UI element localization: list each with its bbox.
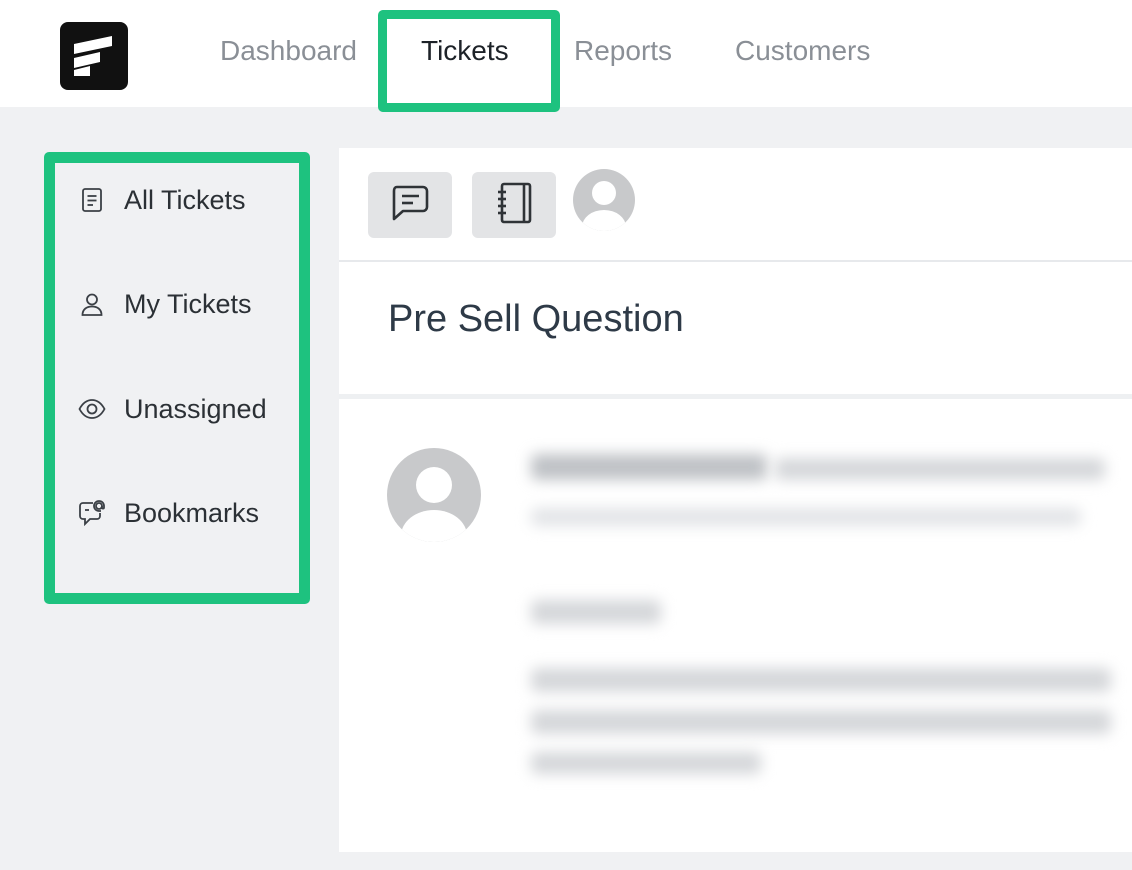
sidebar-item-unassigned[interactable]: Unassigned [78, 389, 267, 429]
notebook-button[interactable] [472, 172, 556, 238]
top-navigation-bar: Dashboard Tickets Reports Customers [0, 0, 1132, 107]
blurred-message-subline [531, 508, 1081, 526]
app-logo[interactable] [60, 22, 128, 90]
tickets-tab-highlight [378, 10, 560, 112]
document-list-icon [78, 186, 106, 214]
nav-tab-dashboard[interactable]: Dashboard [220, 34, 357, 68]
user-avatar-icon[interactable] [573, 169, 635, 231]
sidebar-item-label: All Tickets [124, 184, 246, 215]
notebook-icon [493, 181, 535, 230]
sidebar-item-label: Bookmarks [124, 497, 260, 528]
sidebar-item-label: My Tickets [124, 288, 252, 319]
sidebar-item-all-tickets[interactable]: All Tickets [78, 180, 246, 220]
chat-button[interactable] [368, 172, 452, 238]
blurred-message-body [531, 710, 1111, 734]
blurred-message-meta [775, 458, 1105, 480]
sidebar-item-my-tickets[interactable]: My Tickets [78, 284, 252, 324]
chat-at-icon [78, 499, 106, 527]
divider [339, 394, 1132, 399]
nav-tab-reports[interactable]: Reports [574, 34, 672, 68]
ticket-toolbar [339, 148, 1132, 262]
blurred-message-body [531, 752, 761, 774]
ticket-panel: Pre Sell Question [339, 148, 1132, 852]
nav-tab-customers[interactable]: Customers [735, 34, 870, 68]
eye-icon [78, 395, 106, 423]
blurred-message-body [531, 668, 1111, 692]
sidebar-item-label: Unassigned [124, 393, 267, 424]
chat-icon [389, 183, 431, 228]
sidebar-item-bookmarks[interactable]: Bookmarks [78, 493, 259, 533]
blurred-greeting [531, 600, 661, 624]
customer-avatar-icon [387, 448, 481, 542]
ticket-title: Pre Sell Question [388, 298, 684, 340]
blurred-sender-name [531, 454, 767, 480]
user-icon [78, 290, 106, 318]
